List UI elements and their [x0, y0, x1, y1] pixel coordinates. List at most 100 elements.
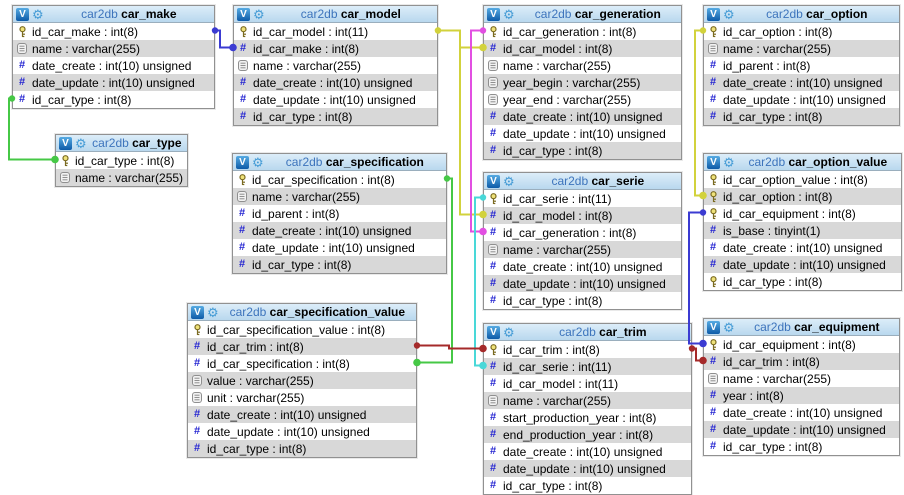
car_serie-column-date_create: #date_create : int(10) unsigned — [484, 258, 681, 275]
table-options-gear-icon[interactable]: ⚙ — [32, 8, 44, 21]
table-options-gear-icon[interactable]: ⚙ — [503, 326, 515, 339]
column-label: id_car_type : int(8) — [723, 110, 822, 124]
car_equipment-column-name: name : varchar(255) — [704, 370, 899, 387]
table-car_equipment[interactable]: V⚙car2db car_equipment id_car_equipment :… — [703, 318, 900, 456]
column-label: value : varchar(255) — [207, 374, 314, 388]
car_model-column-id_car_type: #id_car_type : int(8) — [234, 108, 437, 125]
database-name: car2db — [301, 7, 341, 21]
er-diagram-canvas: V⚙car2db car_makeid_car_make : int(8)nam… — [0, 0, 904, 495]
select-table-icon[interactable]: V — [707, 321, 720, 334]
table-car_option_value[interactable]: V⚙car2db car_option_valueid_car_option_v… — [703, 153, 902, 291]
select-table-icon[interactable]: V — [487, 8, 500, 21]
car_generation-column-id_car_generation: id_car_generation : int(8) — [484, 23, 681, 40]
car_specification_value-column-id_car_type: #id_car_type : int(8) — [188, 440, 416, 457]
table-title: car2db car_type — [90, 136, 184, 150]
table-options-gear-icon[interactable]: ⚙ — [252, 156, 264, 169]
numeric-field-icon: # — [710, 94, 716, 105]
table-car_type[interactable]: V⚙car2db car_typeid_car_type : int(8)nam… — [55, 134, 188, 187]
table-name: car_option — [806, 7, 867, 21]
numeric-field-icon: # — [710, 259, 716, 270]
column-label: id_car_equipment : int(8) — [723, 338, 856, 352]
select-table-icon[interactable]: V — [707, 8, 720, 21]
select-table-icon[interactable]: V — [487, 326, 500, 339]
numeric-field-icon: # — [194, 409, 200, 420]
relation-car_specification_value-car_trim — [417, 346, 483, 349]
table-header-car_specification[interactable]: V⚙car2db car_specification — [233, 154, 446, 171]
table-name: car_serie — [591, 174, 644, 188]
table-options-gear-icon[interactable]: ⚙ — [723, 156, 735, 169]
column-label: id_car_type : int(8) — [723, 440, 822, 454]
table-car_serie[interactable]: V⚙car2db car_serieid_car_serie : int(11)… — [483, 172, 682, 310]
table-car_generation[interactable]: V⚙car2db car_generationid_car_generation… — [483, 5, 682, 160]
car_specification_value-column-date_update: #date_update : int(10) unsigned — [188, 423, 416, 440]
text-field-icon — [708, 373, 718, 384]
table-options-gear-icon[interactable]: ⚙ — [253, 8, 265, 21]
numeric-field-icon: # — [490, 378, 496, 389]
table-car_option[interactable]: V⚙car2db car_optionid_car_option : int(8… — [703, 5, 900, 126]
table-header-car_equipment[interactable]: V⚙car2db car_equipment — [704, 319, 899, 336]
numeric-field-icon: # — [490, 128, 496, 139]
table-options-gear-icon[interactable]: ⚙ — [207, 306, 219, 319]
column-label: name : varchar(255) — [503, 59, 611, 73]
table-car_specification_value[interactable]: V⚙car2db car_specification_valueid_car_s… — [187, 303, 417, 458]
relation-car_model-car_generation — [438, 31, 483, 48]
car_serie-column-id_car_type: #id_car_type : int(8) — [484, 292, 681, 309]
car_trim-column-name: name : varchar(255) — [484, 392, 691, 409]
select-table-icon[interactable]: V — [59, 137, 72, 150]
car_make-column-date_update: #date_update : int(10) unsigned — [13, 74, 214, 91]
table-header-car_serie[interactable]: V⚙car2db car_serie — [484, 173, 681, 190]
car_generation-column-date_create: #date_create : int(10) unsigned — [484, 108, 681, 125]
table-title: car2db car_trim — [518, 325, 688, 339]
table-header-car_trim[interactable]: V⚙car2db car_trim — [484, 324, 691, 341]
numeric-field-icon: # — [194, 426, 200, 437]
column-label: date_create : int(10) unsigned — [723, 76, 882, 90]
primary-key-icon — [708, 174, 719, 186]
car_serie-column-date_update: #date_update : int(10) unsigned — [484, 275, 681, 292]
primary-key-icon — [488, 26, 499, 38]
table-header-car_model[interactable]: V⚙car2db car_model — [234, 6, 437, 23]
car_specification-column-id_parent: #id_parent : int(8) — [233, 205, 446, 222]
table-options-gear-icon[interactable]: ⚙ — [75, 137, 87, 150]
column-label: name : varchar(255) — [723, 372, 831, 386]
table-car_make[interactable]: V⚙car2db car_make id_car_make : int(8)nam… — [12, 5, 215, 109]
table-options-gear-icon[interactable]: ⚙ — [723, 321, 735, 334]
column-label: year_begin : varchar(255) — [503, 76, 640, 90]
table-options-gear-icon[interactable]: ⚙ — [723, 8, 735, 21]
column-label: date_create : int(10) unsigned — [723, 406, 882, 420]
select-table-icon[interactable]: V — [707, 156, 720, 169]
table-car_model[interactable]: V⚙car2db car_modelid_car_model : int(11)… — [233, 5, 438, 126]
table-options-gear-icon[interactable]: ⚙ — [503, 8, 515, 21]
table-title: car2db car_specification_value — [222, 305, 413, 319]
database-name: car2db — [286, 155, 326, 169]
select-table-icon[interactable]: V — [237, 8, 250, 21]
table-car_trim[interactable]: V⚙car2db car_trimid_car_trim : int(8)#id… — [483, 323, 692, 495]
table-header-car_option[interactable]: V⚙car2db car_option — [704, 6, 899, 23]
column-label: id_car_make : int(8) — [32, 25, 138, 39]
column-label: id_car_type : int(8) — [252, 258, 351, 272]
select-table-icon[interactable]: V — [487, 175, 500, 188]
table-header-car_option_value[interactable]: V⚙car2db car_option_value — [704, 154, 901, 171]
column-label: date_update : int(10) unsigned — [723, 258, 886, 272]
column-label: id_car_trim : int(8) — [207, 340, 304, 354]
table-car_specification[interactable]: V⚙car2db car_specificationid_car_specifi… — [232, 153, 447, 274]
column-label: id_car_trim : int(8) — [503, 343, 600, 357]
table-header-car_specification_value[interactable]: V⚙car2db car_specification_value — [188, 304, 416, 321]
select-table-icon[interactable]: V — [236, 156, 249, 169]
numeric-field-icon: # — [490, 278, 496, 289]
text-field-icon — [488, 395, 498, 406]
text-field-icon — [238, 60, 248, 71]
table-header-car_type[interactable]: V⚙car2db car_type — [56, 135, 187, 152]
column-label: id_car_model : int(8) — [503, 209, 612, 223]
table-options-gear-icon[interactable]: ⚙ — [503, 175, 515, 188]
numeric-field-icon: # — [710, 441, 716, 452]
column-label: date_update : int(10) unsigned — [252, 241, 415, 255]
car_serie-column-id_car_serie: id_car_serie : int(11) — [484, 190, 681, 207]
car_make-column-name: name : varchar(255) — [13, 40, 214, 57]
car_specification-column-id_car_type: #id_car_type : int(8) — [233, 256, 446, 273]
select-table-icon[interactable]: V — [191, 306, 204, 319]
database-name: car2db — [535, 7, 575, 21]
table-header-car_make[interactable]: V⚙car2db car_make — [13, 6, 214, 23]
numeric-field-icon: # — [710, 356, 716, 367]
table-header-car_generation[interactable]: V⚙car2db car_generation — [484, 6, 681, 23]
select-table-icon[interactable]: V — [16, 8, 29, 21]
